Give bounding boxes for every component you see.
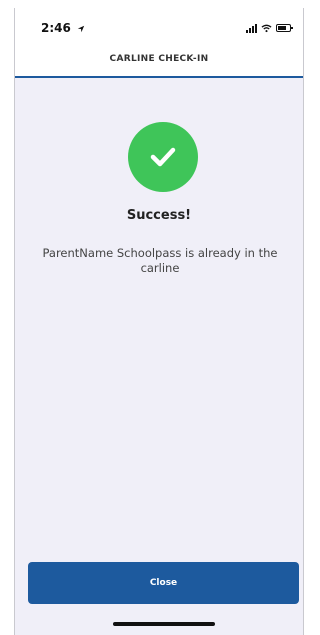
close-button[interactable]: Close xyxy=(28,562,299,604)
signal-icon xyxy=(246,23,257,33)
phone-screen: 2:46 CARLINE CHECK-IN Success! ParentNam… xyxy=(14,8,304,635)
wifi-icon xyxy=(261,24,272,32)
status-message: ParentName Schoolpass is already in the … xyxy=(42,246,278,275)
top-bar: 2:46 CARLINE CHECK-IN xyxy=(15,8,303,78)
checkmark-icon xyxy=(150,147,176,167)
success-badge xyxy=(128,122,198,192)
success-heading: Success! xyxy=(126,208,192,223)
home-indicator xyxy=(113,622,215,626)
page-title: CARLINE CHECK-IN xyxy=(109,54,209,64)
battery-icon xyxy=(276,24,293,32)
status-time-text: 2:46 xyxy=(41,21,71,35)
status-icons xyxy=(246,22,293,34)
location-arrow-icon xyxy=(77,25,85,33)
status-time: 2:46 xyxy=(41,21,85,35)
